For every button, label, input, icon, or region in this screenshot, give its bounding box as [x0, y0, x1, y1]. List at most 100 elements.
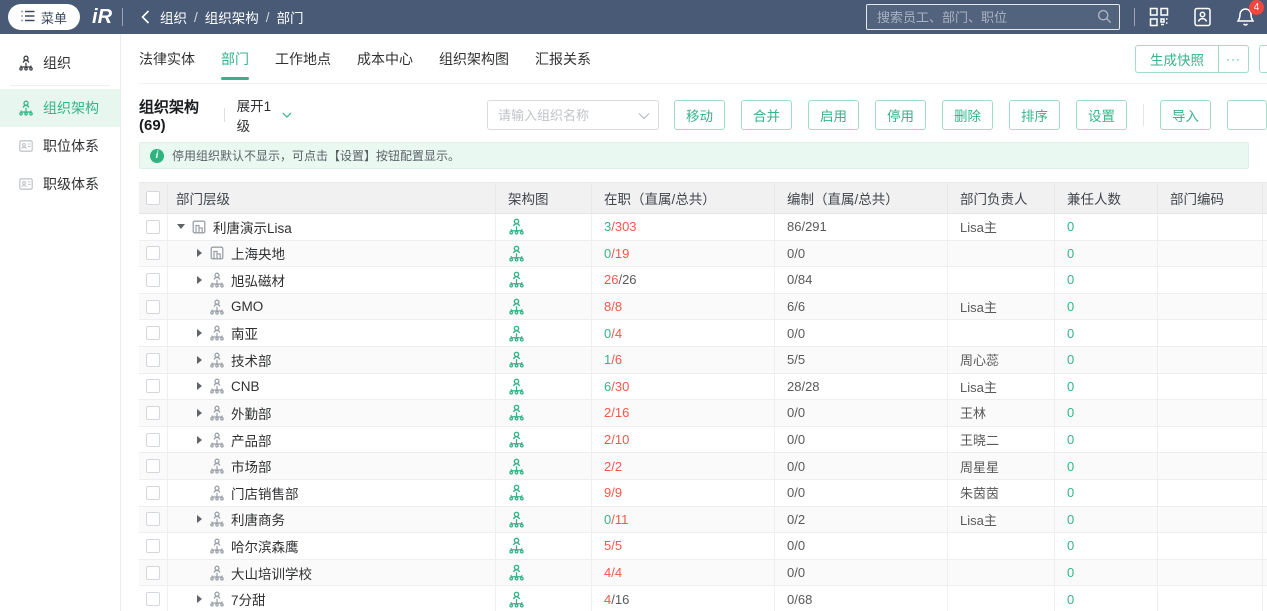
- action-button-移动[interactable]: 移动: [674, 100, 725, 130]
- breadcrumb-item[interactable]: 部门: [277, 7, 304, 27]
- menu-button[interactable]: 菜单: [8, 4, 81, 30]
- expand-caret[interactable]: [194, 382, 204, 391]
- select-all-checkbox[interactable]: [146, 191, 160, 205]
- table-row[interactable]: 门店销售部 9/9 0/0 朱茵茵 0: [139, 479, 1267, 507]
- row-checkbox[interactable]: [146, 405, 160, 420]
- expand-caret[interactable]: [176, 224, 186, 230]
- department-name[interactable]: 市场部: [231, 456, 272, 476]
- action-button-启用[interactable]: 启用: [808, 100, 859, 130]
- org-chart-icon[interactable]: [508, 325, 525, 342]
- department-name[interactable]: CNB: [231, 379, 260, 394]
- sidebar-item-grade-system[interactable]: 职级体系: [0, 165, 120, 203]
- sidebar-item-org[interactable]: 组织: [0, 44, 120, 82]
- import-button[interactable]: 导入: [1160, 100, 1211, 130]
- row-checkbox[interactable]: [146, 512, 160, 527]
- row-checkbox[interactable]: [146, 485, 160, 500]
- department-name[interactable]: 上海央地: [231, 243, 285, 263]
- sidebar-item-position-system[interactable]: 职位体系: [0, 127, 120, 165]
- table-row[interactable]: 7分甜 4/16 0/68 0: [139, 586, 1267, 611]
- org-chart-icon[interactable]: [508, 564, 525, 581]
- department-name[interactable]: 产品部: [231, 430, 272, 450]
- contacts-icon[interactable]: [1192, 7, 1213, 27]
- expand-caret[interactable]: [194, 595, 204, 604]
- action-button-设置[interactable]: 设置: [1076, 100, 1127, 130]
- expand-level-dropdown[interactable]: 展开1级: [237, 95, 292, 135]
- department-name[interactable]: 哈尔滨森鹰: [231, 536, 299, 556]
- global-search-input[interactable]: [866, 4, 1120, 30]
- org-chart-icon[interactable]: [508, 378, 525, 395]
- org-chart-icon[interactable]: [508, 458, 525, 475]
- org-name-input[interactable]: [486, 100, 659, 130]
- expand-caret[interactable]: [194, 408, 204, 417]
- row-checkbox[interactable]: [146, 538, 160, 553]
- tab-组织架构图[interactable]: 组织架构图: [439, 34, 509, 83]
- department-name[interactable]: 利唐商务: [231, 509, 285, 529]
- qr-code-icon[interactable]: [1149, 7, 1169, 27]
- action-button-合并[interactable]: 合并: [741, 100, 792, 130]
- org-chart-icon[interactable]: [508, 511, 525, 528]
- cutoff-button[interactable]: [1259, 45, 1267, 73]
- table-row[interactable]: 外勤部 2/16 0/0 王林 0: [139, 400, 1267, 427]
- row-checkbox[interactable]: [146, 592, 160, 607]
- tab-成本中心[interactable]: 成本中心: [357, 34, 413, 83]
- department-name[interactable]: 南亚: [231, 323, 258, 343]
- department-name[interactable]: 门店销售部: [231, 483, 299, 503]
- generate-snapshot-button[interactable]: 生成快照: [1136, 46, 1218, 72]
- table-row[interactable]: 利唐演示Lisa 3/303 86/291 Lisa主 0: [139, 214, 1267, 241]
- sidebar-item-org-structure[interactable]: 组织架构: [0, 89, 120, 127]
- row-checkbox[interactable]: [146, 326, 160, 341]
- table-row[interactable]: 南亚 0/4 0/0 0: [139, 320, 1267, 347]
- org-chart-icon[interactable]: [508, 404, 525, 422]
- table-row[interactable]: 技术部 1/6 5/5 周心蕊 0: [139, 346, 1267, 374]
- org-chart-icon[interactable]: [508, 484, 525, 501]
- expand-caret[interactable]: [194, 249, 204, 258]
- department-name[interactable]: 技术部: [231, 350, 272, 370]
- row-checkbox[interactable]: [146, 565, 160, 580]
- search-icon[interactable]: [1097, 9, 1112, 29]
- action-button-删除[interactable]: 删除: [942, 100, 993, 130]
- department-name[interactable]: 利唐演示Lisa: [213, 217, 292, 237]
- table-row[interactable]: 哈尔滨森鹰 5/5 0/0 0: [139, 533, 1267, 560]
- expand-caret[interactable]: [194, 329, 204, 338]
- org-chart-icon[interactable]: [508, 218, 525, 235]
- breadcrumb-item[interactable]: 组织: [160, 7, 187, 27]
- hr-logo[interactable]: iR: [92, 6, 112, 29]
- tab-部门[interactable]: 部门: [221, 34, 249, 83]
- table-row[interactable]: 旭弘磁材 26/26 0/84 0: [139, 267, 1267, 294]
- table-row[interactable]: 利唐商务 0/11 0/2 Lisa主 0: [139, 506, 1267, 534]
- table-row[interactable]: 市场部 2/2 0/0 周星星 0: [139, 453, 1267, 480]
- action-button-停用[interactable]: 停用: [875, 100, 926, 130]
- tab-汇报关系[interactable]: 汇报关系: [535, 34, 591, 83]
- table-row[interactable]: 大山培训学校 4/4 0/0 0: [139, 559, 1267, 587]
- table-row[interactable]: CNB 6/30 28/28 Lisa主 0: [139, 373, 1267, 401]
- org-chart-icon[interactable]: [508, 298, 525, 315]
- row-checkbox[interactable]: [146, 432, 160, 447]
- org-chart-icon[interactable]: [508, 245, 525, 262]
- expand-caret[interactable]: [194, 435, 204, 444]
- row-checkbox[interactable]: [146, 352, 160, 367]
- breadcrumb-item[interactable]: 组织架构: [205, 7, 259, 27]
- back-button[interactable]: [141, 10, 150, 24]
- expand-caret[interactable]: [194, 355, 204, 364]
- department-name[interactable]: 外勤部: [231, 403, 272, 423]
- row-checkbox[interactable]: [146, 379, 160, 394]
- org-chart-icon[interactable]: [508, 591, 525, 608]
- table-row[interactable]: GMO 8/8 6/6 Lisa主 0: [139, 293, 1267, 321]
- department-name[interactable]: 大山培训学校: [231, 563, 312, 583]
- org-chart-icon[interactable]: [508, 431, 525, 448]
- department-name[interactable]: 旭弘磁材: [231, 270, 285, 290]
- department-name[interactable]: GMO: [231, 299, 263, 314]
- row-checkbox[interactable]: [146, 272, 160, 287]
- table-row[interactable]: 上海央地 0/19 0/0 0: [139, 240, 1267, 268]
- row-checkbox[interactable]: [146, 459, 160, 474]
- org-chart-icon[interactable]: [508, 271, 525, 289]
- row-checkbox[interactable]: [146, 299, 160, 314]
- org-chart-icon[interactable]: [508, 537, 525, 555]
- row-checkbox[interactable]: [146, 246, 160, 261]
- chevron-down-icon[interactable]: [638, 112, 650, 120]
- cutoff-button[interactable]: [1227, 100, 1267, 130]
- notification-bell-icon[interactable]: 4: [1236, 0, 1264, 27]
- tab-工作地点[interactable]: 工作地点: [275, 34, 331, 83]
- action-button-排序[interactable]: 排序: [1009, 100, 1060, 130]
- row-checkbox[interactable]: [146, 219, 160, 234]
